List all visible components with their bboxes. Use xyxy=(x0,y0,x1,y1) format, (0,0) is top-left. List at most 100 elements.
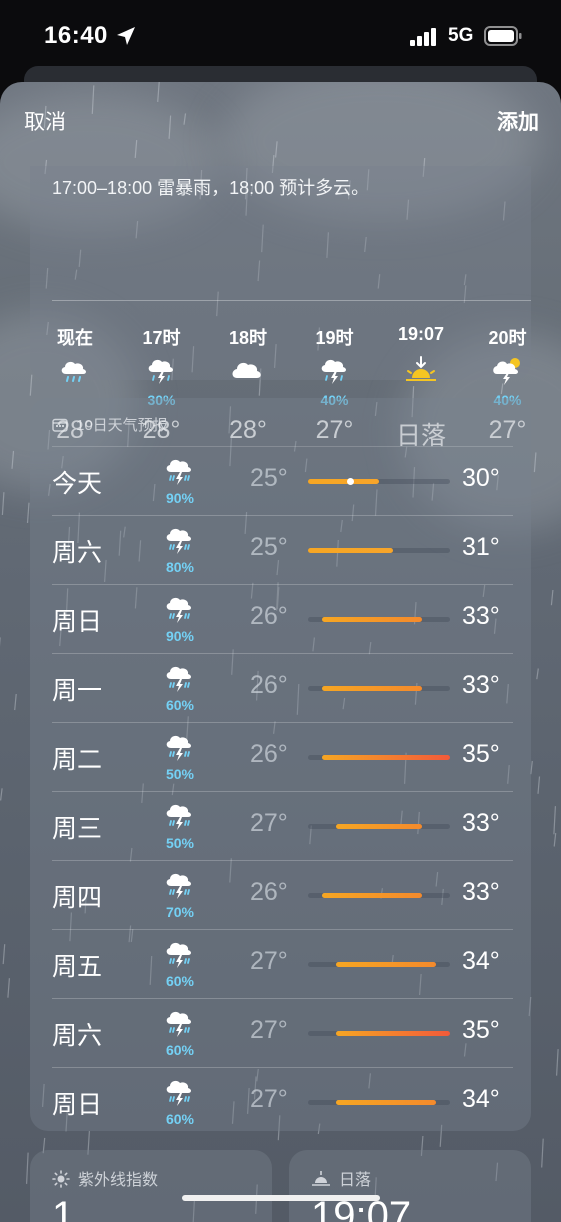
day-precip-chance: 50% xyxy=(152,766,208,782)
day-row[interactable]: 周五60%27°34° xyxy=(52,929,513,998)
location-arrow-icon xyxy=(114,24,138,48)
cloud-bolt-rain-icon xyxy=(162,594,198,626)
divider xyxy=(52,860,513,861)
hour-label: 19时 xyxy=(292,324,378,350)
day-name: 周四 xyxy=(52,878,102,914)
divider xyxy=(52,791,513,792)
temp-range-bar xyxy=(308,686,450,691)
day-row[interactable]: 周六80%25°31° xyxy=(52,515,513,584)
hourly-summary: 17:00–18:00 雷暴雨，18:00 预计多云。 xyxy=(52,174,369,200)
sunset-small-icon xyxy=(311,1170,331,1188)
day-name: 周日 xyxy=(52,1085,102,1121)
day-low-temp: 27° xyxy=(250,809,288,838)
hour-label: 19:07 xyxy=(378,324,464,345)
temp-range-bar xyxy=(308,548,450,553)
day-precip-chance: 50% xyxy=(152,835,208,851)
day-low-temp: 27° xyxy=(250,1016,288,1045)
day-low-temp: 25° xyxy=(250,464,288,493)
cloud-bolt-rain-icon xyxy=(162,1008,198,1040)
day-low-temp: 27° xyxy=(250,1085,288,1114)
sunset-label: 日落 xyxy=(311,1166,371,1190)
divider xyxy=(52,515,513,516)
cloud-bolt-rain-icon xyxy=(162,525,198,557)
ten-day-title: 10日天气预报 xyxy=(76,417,168,434)
day-high-temp: 33° xyxy=(462,602,500,631)
cancel-button[interactable]: 取消 xyxy=(24,106,66,136)
day-high-temp: 35° xyxy=(462,740,500,769)
day-high-temp: 33° xyxy=(462,809,500,838)
cloud-icon xyxy=(230,354,266,386)
cloud-rain-icon xyxy=(57,354,93,386)
day-high-temp: 34° xyxy=(462,947,500,976)
day-high-temp: 34° xyxy=(462,1085,500,1114)
day-name: 周六 xyxy=(52,533,102,569)
temp-range-bar xyxy=(308,962,450,967)
ten-day-forecast-card: 10日天气预报 今天90%25°30°周六80%25°31°周日90%26°33… xyxy=(30,398,531,1131)
hour-label: 20时 xyxy=(465,324,551,350)
temp-range-fill xyxy=(336,1100,435,1105)
temp-range-fill xyxy=(336,962,435,967)
day-precip-chance: 70% xyxy=(152,904,208,920)
day-precip-chance: 80% xyxy=(152,559,208,575)
day-row[interactable]: 周日60%27°34° xyxy=(52,1067,513,1136)
day-name: 今天 xyxy=(52,464,102,500)
day-row[interactable]: 周二50%26°35° xyxy=(52,722,513,791)
cloud-bolt-rain-icon xyxy=(162,1077,198,1109)
day-name: 周日 xyxy=(52,602,102,638)
day-high-temp: 35° xyxy=(462,1016,500,1045)
hour-label: 现在 xyxy=(32,324,118,350)
day-row[interactable]: 周一60%26°33° xyxy=(52,653,513,722)
temp-range-bar xyxy=(308,824,450,829)
divider xyxy=(52,929,513,930)
uv-label-text: 紫外线指数 xyxy=(78,1172,158,1189)
temp-range-bar xyxy=(308,1031,450,1036)
temp-range-fill xyxy=(336,824,421,829)
temp-range-bar xyxy=(308,1100,450,1105)
temp-range-fill xyxy=(308,548,393,553)
cloud-bolt-rain-icon xyxy=(162,939,198,971)
battery-icon xyxy=(484,26,522,46)
divider xyxy=(52,300,531,301)
day-low-temp: 26° xyxy=(250,602,288,631)
day-precip-chance: 60% xyxy=(152,697,208,713)
day-name: 周二 xyxy=(52,740,102,776)
day-precip-chance: 60% xyxy=(152,1042,208,1058)
temp-range-fill xyxy=(308,479,379,484)
divider xyxy=(52,653,513,654)
add-button[interactable]: 添加 xyxy=(497,106,539,136)
home-indicator[interactable] xyxy=(182,1195,380,1201)
sunset-icon xyxy=(403,354,439,386)
status-bar: 16:40 5G xyxy=(0,0,561,72)
uv-index-tile[interactable]: 紫外线指数 1 xyxy=(30,1150,272,1222)
divider xyxy=(52,998,513,999)
day-precip-chance: 90% xyxy=(152,628,208,644)
divider xyxy=(52,1067,513,1068)
sunset-tile[interactable]: 日落 19:07 xyxy=(289,1150,531,1222)
divider xyxy=(52,446,513,447)
temp-range-bar xyxy=(308,893,450,898)
network-type: 5G xyxy=(448,25,473,47)
status-time: 16:40 xyxy=(44,22,108,50)
day-row[interactable]: 周六 60% 27° 35° xyxy=(52,998,513,1067)
day-high-temp: 33° xyxy=(462,671,500,700)
cellular-signal-icon xyxy=(410,28,438,46)
day-row[interactable]: 周日 90% 26° 33° xyxy=(52,584,513,653)
day-high-temp: 33° xyxy=(462,878,500,907)
cloud-bolt-rain-icon xyxy=(162,870,198,902)
uv-label: 紫外线指数 xyxy=(52,1166,158,1190)
temp-range-fill xyxy=(322,617,421,622)
sunset-label-text: 日落 xyxy=(339,1172,371,1189)
hourly-forecast-card: 17:00–18:00 雷暴雨，18:00 预计多云。 现在28°17时30%2… xyxy=(30,166,531,380)
day-row[interactable]: 今天90%25°30° xyxy=(52,446,513,515)
day-precip-chance: 90% xyxy=(152,490,208,506)
day-row[interactable]: 周四70%26°33° xyxy=(52,860,513,929)
day-name: 周五 xyxy=(52,947,102,983)
cloud-bolt-rain-icon xyxy=(162,663,198,695)
day-name: 周六 xyxy=(52,1016,102,1052)
temp-range-bar xyxy=(308,479,450,484)
hour-label: 18时 xyxy=(205,324,291,350)
temp-range-bar xyxy=(308,755,450,760)
cloud-bolt-icon xyxy=(144,354,180,386)
cloud-bolt-rain-icon xyxy=(162,456,198,488)
day-row[interactable]: 周三50%27°33° xyxy=(52,791,513,860)
